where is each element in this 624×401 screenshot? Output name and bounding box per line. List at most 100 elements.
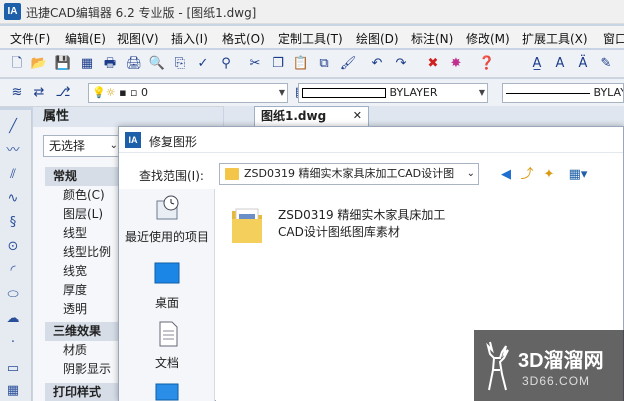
tab-drawing1[interactable]: 图纸1.dwg ✕ [254, 106, 369, 126]
watermark: 3D溜溜网 3D66.COM [474, 330, 624, 401]
back-icon[interactable]: ◀ [497, 167, 515, 183]
standard-toolbar: 🗋 📂 💾 ▦ 🖶 🖨 🔍 ⎘ ✓ ⚲ ✂ ❐ 📋 ⧉ 🖌 ↶ ↷ ✖ ✸ ❓ … [0, 50, 624, 78]
title-bar: IA 迅捷CAD编辑器 6.2 专业版 - [图纸1.dwg] [0, 0, 624, 24]
prop-linetype-scale[interactable]: 线型比例 [63, 243, 111, 262]
look-in-dropdown[interactable]: ZSD0319 精细实木家具床加工CAD设计图 ⌄ [219, 163, 479, 185]
desktop-icon [154, 262, 180, 284]
circle-icon[interactable]: ⊙ [4, 238, 22, 256]
freehand-icon[interactable]: § [4, 214, 22, 232]
linetype-combo[interactable]: BYLAY [502, 83, 624, 103]
paste-special-icon[interactable]: ⧉ [315, 55, 333, 73]
layers-toolbar: ≋ ⇄ ⎇ 💡☼ ▪ ▫ 0 ▼ ▤ BYLAYER ▼ BYLAY [0, 79, 624, 107]
prop-color[interactable]: 颜色(C) [63, 186, 105, 205]
menu-draw[interactable]: 绘图(D) [356, 30, 399, 47]
deer-logo-icon [486, 341, 509, 391]
text-icon[interactable]: A [551, 55, 569, 73]
point-icon[interactable]: · [4, 334, 22, 352]
layer-state-icon[interactable]: ⎇ [54, 84, 72, 102]
app-logo-icon: IA [125, 132, 141, 148]
arc-icon[interactable]: ◜ [4, 262, 22, 280]
ellipse-icon[interactable]: ⬭ [4, 286, 22, 304]
place-desktop[interactable]: 桌面 [119, 261, 215, 311]
place-documents[interactable]: 文档 [119, 321, 215, 371]
prop-thickness[interactable]: 厚度 [63, 281, 87, 300]
text-edit-icon[interactable]: ✎ [597, 55, 615, 73]
place-documents-label: 文档 [154, 356, 179, 370]
chevron-down-icon: ▼ [478, 88, 485, 97]
save-icon[interactable]: 💾 [54, 55, 72, 73]
place-recent[interactable]: 最近使用的项目 [119, 195, 215, 245]
find-icon[interactable]: ⚲ [217, 55, 235, 73]
spell-check-icon[interactable]: ✓ [194, 55, 212, 73]
match-properties-icon[interactable]: 🖌 [339, 55, 357, 73]
new-folder-icon[interactable]: ✦ [540, 167, 558, 183]
plot-icon[interactable]: 🖨 [125, 55, 143, 73]
color-combo[interactable]: BYLAYER ▼ [298, 83, 488, 103]
line-icon[interactable]: ╱ [4, 118, 22, 136]
file-item-folder[interactable]: ZSD0319 精细实木家具床加工 CAD设计图纸图库素材 [230, 205, 510, 253]
properties-title: 属性 [33, 107, 223, 127]
menu-custom-tools[interactable]: 定制工具(T) [278, 30, 343, 47]
watermark-brand: 3D溜溜网 [518, 350, 604, 372]
open-icon[interactable]: 📂 [30, 55, 48, 73]
calculator-icon[interactable]: ▦ [78, 55, 96, 73]
documents-icon [159, 321, 178, 347]
file-name: ZSD0319 精细实木家具床加工 CAD设计图纸图库素材 [278, 208, 446, 239]
prop-layer[interactable]: 图层(L) [63, 205, 103, 224]
menu-insert[interactable]: 插入(I) [171, 30, 208, 47]
prop-transparency[interactable]: 透明 [63, 300, 87, 319]
layer-value: 0 [140, 86, 148, 99]
dialog-title: 修复图形 [149, 135, 198, 149]
draw-toolbar: ╱ 〰 ⫽ ∿ § ⊙ ◜ ⬭ ☁ · ▭ ▦ [0, 110, 32, 401]
redo-icon[interactable]: ↷ [392, 55, 410, 73]
menu-dimension[interactable]: 标注(N) [411, 30, 453, 47]
layer-manager-icon[interactable]: ≋ [8, 84, 26, 102]
export-icon[interactable]: ⎘ [171, 55, 189, 73]
recent-items-icon [156, 195, 179, 220]
print-icon[interactable]: 🖶 [101, 55, 119, 73]
close-icon[interactable]: ✕ [353, 107, 362, 125]
place-computer[interactable] [119, 381, 215, 401]
view-menu-icon[interactable]: ▦▾ [565, 167, 591, 183]
revcloud-icon[interactable]: ☁ [4, 310, 22, 328]
text-style-icon[interactable]: A̲ [528, 55, 546, 73]
undo-icon[interactable]: ↶ [368, 55, 386, 73]
prop-linetype[interactable]: 线型 [63, 224, 87, 243]
print-preview-icon[interactable]: 🔍 [148, 55, 166, 73]
paste-icon[interactable]: 📋 [292, 55, 310, 73]
help-icon[interactable]: ❓ [478, 55, 496, 73]
menu-window[interactable]: 窗口 [603, 30, 624, 47]
construction-line-icon[interactable]: ⫽ [4, 166, 22, 184]
computer-icon [155, 383, 179, 401]
menu-file[interactable]: 文件(F) [10, 30, 50, 47]
menu-extend-tools[interactable]: 扩展工具(X) [522, 30, 588, 47]
menu-format[interactable]: 格式(O) [222, 30, 265, 47]
selection-dropdown[interactable]: 无选择 ⌄ [43, 135, 123, 157]
prop-shadow-display[interactable]: 阴影显示 [63, 360, 111, 379]
rectangle-icon[interactable]: ▭ [4, 360, 22, 378]
layer-combo[interactable]: 💡☼ ▪ ▫ 0 ▼ [88, 83, 288, 103]
menu-edit[interactable]: 编辑(E) [65, 30, 106, 47]
purge-icon[interactable]: ✸ [447, 55, 465, 73]
copy-icon[interactable]: ❐ [269, 55, 287, 73]
delete-icon[interactable]: ✖ [424, 55, 442, 73]
dialog-title-bar: IA 修复图形 [119, 127, 623, 153]
selection-value: 无选择 [49, 139, 86, 153]
watermark-domain: 3D66.COM [522, 374, 591, 388]
prop-material[interactable]: 材质 [63, 341, 87, 360]
up-folder-icon[interactable]: ⤴ [518, 167, 536, 183]
hatch-icon[interactable]: ▦ [4, 382, 22, 400]
menu-modify[interactable]: 修改(M) [466, 30, 510, 47]
look-in-label: 查找范围(I): [139, 169, 204, 183]
polyline-icon[interactable]: 〰 [4, 142, 22, 160]
menu-view[interactable]: 视图(V) [117, 30, 159, 47]
cut-icon[interactable]: ✂ [246, 55, 264, 73]
mtext-icon[interactable]: Ä [574, 55, 592, 73]
prop-lineweight[interactable]: 线宽 [63, 262, 87, 281]
places-bar: 最近使用的项目 桌面 文档 [119, 189, 215, 401]
new-file-icon[interactable]: 🗋 [8, 55, 26, 73]
place-desktop-label: 桌面 [154, 296, 179, 310]
spline-icon[interactable]: ∿ [4, 190, 22, 208]
folder-icon [225, 168, 239, 180]
layer-previous-icon[interactable]: ⇄ [30, 84, 48, 102]
